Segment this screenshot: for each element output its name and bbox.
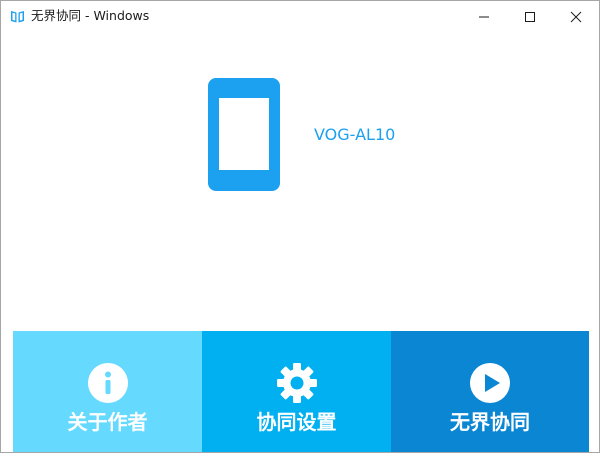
about-author-label: 关于作者 bbox=[67, 410, 148, 434]
about-author-button[interactable]: 关于作者 bbox=[13, 331, 202, 452]
window-title: 无界协同 - Windows bbox=[31, 8, 150, 23]
close-button[interactable] bbox=[553, 1, 599, 32]
collab-settings-label: 协同设置 bbox=[256, 410, 337, 434]
play-icon bbox=[470, 363, 510, 403]
gear-icon bbox=[276, 363, 317, 403]
minimize-icon bbox=[479, 16, 489, 17]
phone-icon bbox=[208, 78, 280, 191]
phone-screen bbox=[219, 98, 269, 170]
start-collab-button[interactable]: 无界协同 bbox=[391, 331, 589, 452]
collab-settings-button[interactable]: 协同设置 bbox=[202, 331, 391, 452]
device-name: VOG-AL10 bbox=[314, 125, 396, 144]
app-window: 无界协同 - Windows VOG-AL10 关于作者 协同设置 无界协同 bbox=[0, 0, 600, 453]
info-icon bbox=[87, 363, 128, 403]
book-icon bbox=[11, 11, 24, 23]
title-bar[interactable]: 无界协同 - Windows bbox=[1, 1, 599, 32]
maximize-button[interactable] bbox=[507, 1, 553, 32]
close-icon bbox=[570, 11, 582, 22]
minimize-button[interactable] bbox=[461, 1, 507, 32]
maximize-icon bbox=[525, 11, 535, 22]
action-tiles: 关于作者 协同设置 无界协同 bbox=[13, 331, 589, 452]
start-collab-label: 无界协同 bbox=[450, 410, 530, 434]
